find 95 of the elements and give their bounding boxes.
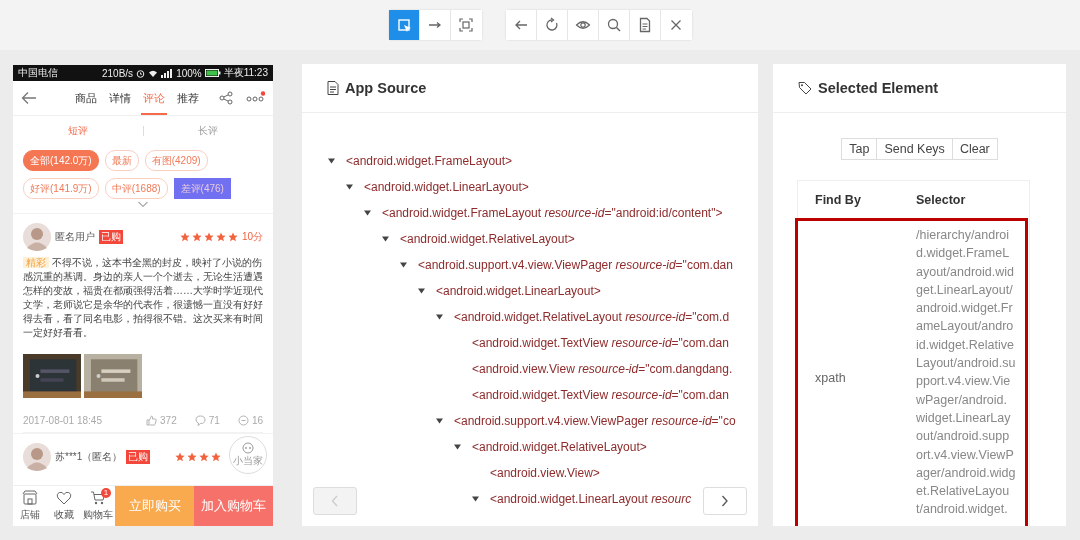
more-icon[interactable] (245, 91, 265, 105)
battery-icon (204, 69, 221, 77)
table-cell-text: xpath (814, 371, 847, 385)
user-name: 苏***1（匿名） (55, 450, 123, 464)
action-button[interactable]: Send Keys (876, 138, 952, 160)
clock-time: 半夜11:23 (223, 66, 268, 80)
star-icon (203, 232, 214, 242)
review-text: 精彩 不得不说，这本书全黑的封皮，映衬了小说的伤感沉重的基调。身边的亲人一个个逝去，无论生活遭遇怎样的变故，福贵在都顽强得活着……大学时学近现代文学，老师说它是余华的代表作，很遗憾一直没有好好得去看，看了同名电影，拍得很不错。这次买来有时间一定好好看看。 (23, 256, 263, 340)
column-header: Selector (916, 192, 966, 207)
wifi-icon (148, 68, 159, 78)
bottom-nav-label[interactable]: 收藏 (54, 508, 74, 522)
crop-frame-icon (458, 17, 474, 33)
expand-toggle-icon[interactable] (418, 288, 425, 294)
purchased-badge: 已购 (99, 230, 123, 244)
action-button[interactable]: Clear (951, 138, 998, 160)
expand-toggle-icon[interactable] (328, 158, 335, 164)
chevron-left-icon (331, 495, 339, 507)
swipe-tool-button[interactable] (419, 10, 451, 40)
share-icon[interactable] (219, 91, 233, 105)
area-tool-button[interactable] (450, 10, 482, 40)
review-score: 10分 (241, 230, 263, 244)
expand-toggle-icon[interactable] (436, 314, 443, 320)
tree-node[interactable]: <android.widget.TextView resource-id="com.dan (472, 336, 729, 350)
cursor-icon (395, 17, 412, 33)
assistant-label: 小当家 (233, 454, 263, 468)
tree-node[interactable]: <android.support.v4.view.ViewPager resource-id="com.dan (418, 258, 733, 272)
comment-count: 71 (208, 414, 220, 426)
tag-icon (798, 81, 812, 95)
document-icon (327, 81, 339, 95)
tree-node[interactable]: <android.view.View resource-id="com.dangdang. (472, 362, 733, 376)
cart-icon[interactable] (90, 490, 106, 506)
reply-count: 16 (251, 414, 263, 426)
star-icon (227, 232, 238, 242)
search-tool-button[interactable] (598, 10, 630, 40)
speech-bubble-icon (194, 414, 206, 426)
document-tool-button[interactable] (629, 10, 661, 40)
star-icon (191, 232, 202, 242)
expand-toggle-icon[interactable] (472, 496, 479, 502)
tree-node[interactable]: <android.widget.RelativeLayout> (472, 440, 647, 454)
carrier-name: 中国电信 (18, 66, 58, 80)
count-badge: 1 (101, 488, 111, 498)
tree-node[interactable]: <android.view.View> (490, 466, 600, 480)
panel-title: Selected Element (818, 80, 939, 96)
action-button[interactable]: Tap (841, 138, 877, 160)
tree-node[interactable]: <android.widget.LinearLayout> (436, 284, 601, 298)
user-name: 匿名用户 (55, 230, 95, 244)
robot-icon (241, 442, 255, 454)
select-tool-button[interactable] (388, 10, 420, 40)
chevron-right-icon (721, 495, 729, 507)
like-count: 372 (160, 414, 177, 426)
star-icon (179, 232, 190, 242)
star-icon (211, 452, 221, 462)
network-speed: 210B/s (102, 67, 134, 79)
search-icon (605, 17, 622, 33)
star-icon (175, 452, 185, 462)
column-header: Find By (814, 192, 862, 207)
purchased-badge: 已购 (126, 450, 151, 464)
expand-toggle-icon[interactable] (382, 236, 389, 242)
star-icon (187, 452, 197, 462)
expand-toggle-icon[interactable] (364, 210, 371, 216)
tree-node[interactable]: <android.widget.LinearLayout> (364, 180, 529, 194)
review-date: 2017-08-01 18:45 (23, 414, 103, 426)
signal-icon (161, 68, 174, 78)
tree-node[interactable]: <android.widget.RelativeLayout resource-id="com.d (454, 310, 730, 324)
expand-toggle-icon[interactable] (436, 418, 443, 424)
eye-tool-button[interactable] (567, 10, 599, 40)
refresh-tool-button[interactable] (536, 10, 568, 40)
expand-toggle-icon[interactable] (454, 444, 461, 450)
refresh-icon (543, 17, 560, 33)
star-icon (215, 232, 226, 242)
tree-node[interactable]: <android.support.v4.view.ViewPager resource-id="co (454, 414, 736, 428)
heart-icon[interactable] (56, 490, 72, 506)
avatar-icon (23, 443, 51, 471)
tree-node[interactable]: <android.widget.FrameLayout> (346, 154, 513, 168)
tab[interactable]: 商品 (73, 81, 99, 115)
battery-percent: 100% (176, 67, 202, 79)
tree-node[interactable]: <android.widget.FrameLayout resource-id="android:id/content"> (382, 206, 723, 220)
tab[interactable]: 详情 (107, 81, 133, 115)
panel-title: App Source (345, 80, 427, 96)
back-tool-button[interactable] (505, 10, 537, 40)
expand-toggle-icon[interactable] (346, 184, 353, 190)
shop-icon[interactable] (22, 490, 38, 506)
table-cell-text: /hierarchy/android.widget.FrameLayout/android.widget.LinearLayout/android.widget.FrameLayout/android.widget.RelativeLayout/android.support.v4.view.ViewPager/android.widget.LinearLayout/android.support.v4.view.ViewPager/android.widget.RelativeLayout/android.widget. (916, 227, 1016, 519)
thumbs-up-icon (146, 414, 158, 426)
back-arrow-icon[interactable] (21, 91, 37, 105)
tree-node[interactable]: <android.widget.RelativeLayout> (400, 232, 575, 246)
tree-node[interactable]: <android.widget.TextView resource-id="com.dan (472, 388, 729, 402)
bottom-nav-label[interactable]: 店铺 (20, 508, 40, 522)
avatar-icon (23, 223, 51, 251)
expand-toggle-icon[interactable] (400, 262, 407, 268)
tab[interactable]: 推荐 (175, 81, 201, 115)
bottom-nav-label[interactable]: 购物车 (83, 508, 113, 522)
alarm-icon (136, 68, 146, 78)
tree-node[interactable]: <android.widget.LinearLayout resourc (490, 492, 692, 506)
star-icon (199, 452, 209, 462)
